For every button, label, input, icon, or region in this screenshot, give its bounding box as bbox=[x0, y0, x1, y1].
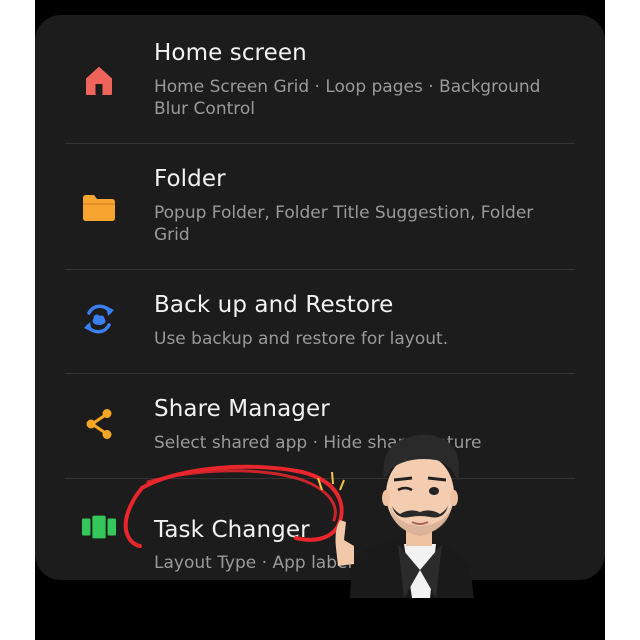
backup-restore-subtitle: Use backup and restore for layout. bbox=[154, 329, 449, 349]
task-changer-title: Task Changer bbox=[154, 517, 310, 543]
share-icon bbox=[81, 406, 117, 442]
backup-restore-title: Back up and Restore bbox=[154, 292, 394, 318]
setting-item-task-changer[interactable]: Task Changer Layout Type · App label bbox=[35, 479, 605, 580]
folder-icon bbox=[81, 189, 117, 225]
share-manager-title: Share Manager bbox=[154, 396, 330, 422]
folder-title: Folder bbox=[154, 166, 226, 192]
setting-item-folder[interactable]: Folder Popup Folder, Folder Title Sugges… bbox=[35, 144, 605, 269]
settings-list: Home screen Home Screen Grid · Loop page… bbox=[35, 15, 605, 580]
home-screen-subtitle: Home Screen Grid · Loop pages · Backgrou… bbox=[154, 77, 541, 119]
home-screen-title: Home screen bbox=[154, 40, 307, 66]
task-changer-subtitle: Layout Type · App label bbox=[154, 553, 353, 573]
setting-item-share-manager[interactable]: Share Manager Select shared app · Hide s… bbox=[35, 374, 605, 478]
folder-subtitle: Popup Folder, Folder Title Suggestion, F… bbox=[154, 203, 534, 245]
setting-item-backup-restore[interactable]: Back up and Restore Use backup and resto… bbox=[35, 270, 605, 373]
share-manager-subtitle: Select shared app · Hide share feature bbox=[154, 433, 482, 453]
task-changer-icon bbox=[81, 509, 117, 545]
home-icon bbox=[81, 63, 117, 99]
backup-restore-icon bbox=[81, 301, 117, 337]
setting-item-home-screen[interactable]: Home screen Home Screen Grid · Loop page… bbox=[35, 15, 605, 143]
